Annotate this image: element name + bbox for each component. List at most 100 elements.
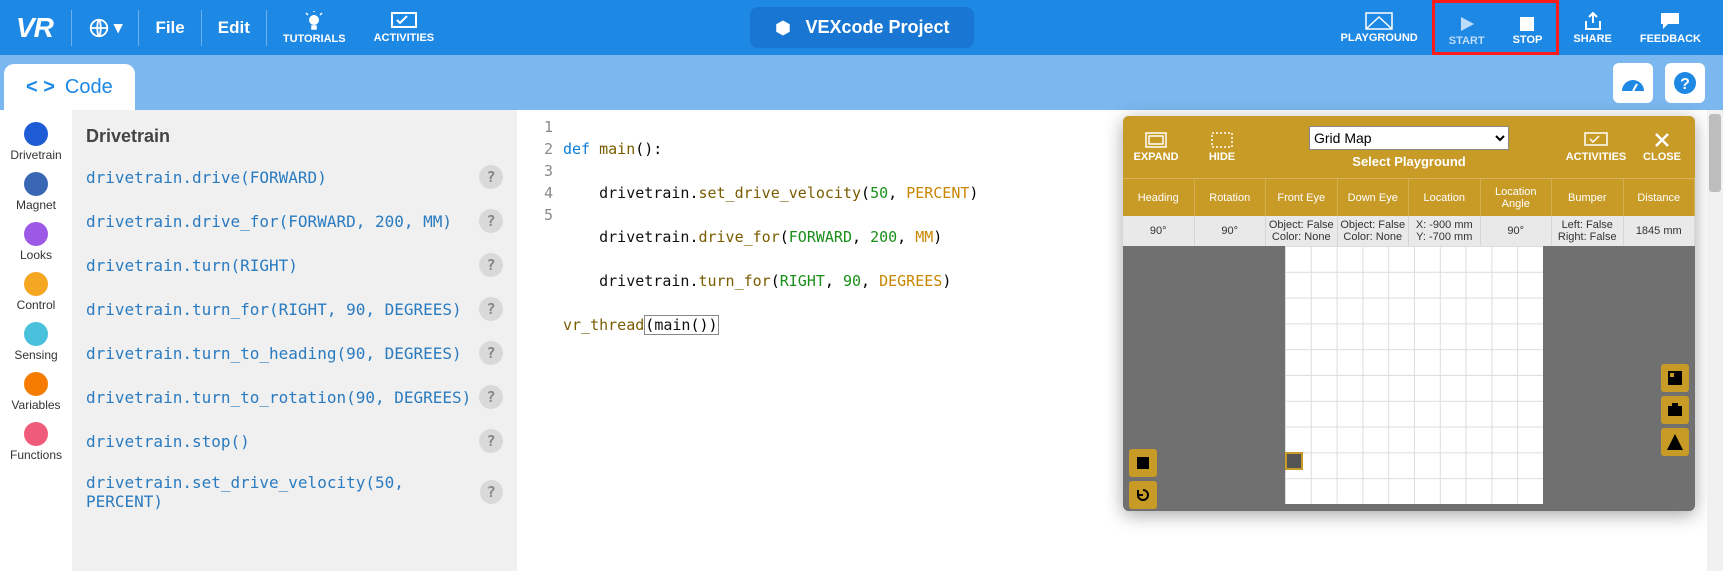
sensor-header: Bumper [1552,179,1624,216]
playground-canvas[interactable] [1123,246,1695,511]
separator [71,10,72,46]
line-gutter: 12345 [517,110,563,571]
playground-label: PLAYGROUND [1341,32,1418,44]
playground-icon [1365,12,1393,30]
help-icon[interactable]: ? [479,253,503,277]
activities-icon [391,12,417,30]
stop-button[interactable]: STOP [1499,3,1557,58]
compass-icon [1667,434,1683,450]
app-logo: VR [8,12,69,44]
code-content[interactable]: def main(): drivetrain.set_drive_velocit… [563,110,978,571]
tutorials-button[interactable]: TUTORIALS [269,0,360,55]
category-rail: Drivetrain Magnet Looks Control Sensing … [0,110,72,571]
category-variables[interactable]: Variables [11,368,60,416]
canvas-view3-button[interactable] [1661,428,1689,456]
share-icon [1582,11,1604,31]
help-icon[interactable]: ? [479,341,503,365]
lightbulb-icon [302,11,326,31]
tutorials-label: TUTORIALS [283,33,346,45]
category-magnet[interactable]: Magnet [16,168,56,216]
help-icon[interactable]: ? [479,165,503,189]
share-label: SHARE [1573,33,1612,45]
robot-marker [1285,452,1303,470]
reset-icon [1135,487,1151,503]
scrollbar-thumb[interactable] [1709,114,1721,192]
grid-map [1285,246,1543,504]
snippet-item[interactable]: drivetrain.turn(RIGHT)? [86,243,503,287]
hide-button[interactable]: HIDE [1189,116,1255,178]
snippet-item[interactable]: drivetrain.drive_for(FORWARD, 200, MM)? [86,199,503,243]
category-control[interactable]: Control [17,268,56,316]
playground-toolbar: EXPAND HIDE Grid Map Select Playground A… [1123,116,1695,178]
feedback-button[interactable]: FEEDBACK [1626,0,1715,55]
help-icon[interactable]: ? [480,480,503,504]
playground-button[interactable]: PLAYGROUND [1327,0,1432,55]
canvas-reset-button[interactable] [1129,481,1157,509]
snippet-item[interactable]: drivetrain.set_drive_velocity(50, PERCEN… [86,463,503,521]
sub-toolbar: < > Code ? [0,55,1723,110]
help-icon[interactable]: ? [479,297,503,321]
project-name-chip[interactable]: VEXcode Project [749,7,973,48]
start-button[interactable]: START [1435,3,1499,58]
snippet-item[interactable]: drivetrain.turn_to_rotation(90, DEGREES)… [86,375,503,419]
category-looks[interactable]: Looks [20,218,52,266]
start-stop-highlight: START STOP [1432,0,1560,55]
canvas-view1-button[interactable] [1661,364,1689,392]
globe-icon [88,17,110,39]
feedback-label: FEEDBACK [1640,33,1701,45]
svg-text:?: ? [1680,76,1690,93]
sensor-headers: Heading Rotation Front Eye Down Eye Loca… [1123,178,1695,216]
sensor-value: 90° [1481,216,1553,246]
activities-label: ACTIVITIES [374,32,435,44]
activities-button[interactable]: ACTIVITIES [360,0,449,55]
category-sensing[interactable]: Sensing [14,318,57,366]
snippet-item[interactable]: drivetrain.turn_for(RIGHT, 90, DEGREES)? [86,287,503,331]
category-drivetrain[interactable]: Drivetrain [10,118,61,166]
help-button[interactable]: ? [1665,63,1705,103]
hide-icon [1211,132,1233,148]
code-tab[interactable]: < > Code [4,64,135,110]
edit-menu[interactable]: Edit [204,18,264,38]
sensor-header: Down Eye [1338,179,1410,216]
play-icon [1458,15,1476,33]
activities-icon [1584,132,1608,148]
playground-select-label: Select Playground [1352,154,1465,169]
snippet-item[interactable]: drivetrain.drive(FORWARD)? [86,155,503,199]
snippet-item[interactable]: drivetrain.stop()? [86,419,503,463]
playground-select-wrap: Grid Map Select Playground [1255,122,1563,173]
language-menu[interactable]: ▾ [74,17,137,39]
stop-icon [1519,16,1535,32]
view-icon [1667,370,1683,386]
help-icon: ? [1673,71,1697,95]
chevron-down-icon: ▾ [114,18,123,38]
playground-select[interactable]: Grid Map [1309,126,1509,150]
dashboard-button[interactable] [1613,63,1653,103]
help-icon[interactable]: ? [479,429,503,453]
sensor-header: Distance [1624,179,1696,216]
stop-icon [1136,456,1150,470]
subbar-right: ? [1613,63,1723,103]
gauge-icon [1620,73,1646,93]
snippet-item[interactable]: drivetrain.turn_to_heading(90, DEGREES)? [86,331,503,375]
code-icon: < > [26,76,55,99]
snippet-panel: Drivetrain drivetrain.drive(FORWARD)? dr… [72,110,517,571]
start-label: START [1449,35,1485,47]
file-menu[interactable]: File [141,18,198,38]
pg-activities-button[interactable]: ACTIVITIES [1563,116,1629,178]
page-scrollbar[interactable] [1707,110,1723,571]
close-button[interactable]: CLOSE [1629,116,1695,178]
category-functions[interactable]: Functions [10,418,62,466]
sensor-value: X: -900 mmY: -700 mm [1409,216,1481,246]
sensor-value: Left: FalseRight: False [1552,216,1624,246]
sensor-value: 1845 mm [1624,216,1696,246]
help-icon[interactable]: ? [479,209,503,233]
share-button[interactable]: SHARE [1559,0,1626,55]
code-editor[interactable]: 12345 def main(): drivetrain.set_drive_v… [517,110,1723,571]
help-icon[interactable]: ? [479,385,503,409]
sensor-header: Heading [1123,179,1195,216]
canvas-view2-button[interactable] [1661,396,1689,424]
playground-panel: EXPAND HIDE Grid Map Select Playground A… [1123,116,1695,511]
sensor-header: Location Angle [1481,179,1553,216]
canvas-stop-button[interactable] [1129,449,1157,477]
expand-button[interactable]: EXPAND [1123,116,1189,178]
